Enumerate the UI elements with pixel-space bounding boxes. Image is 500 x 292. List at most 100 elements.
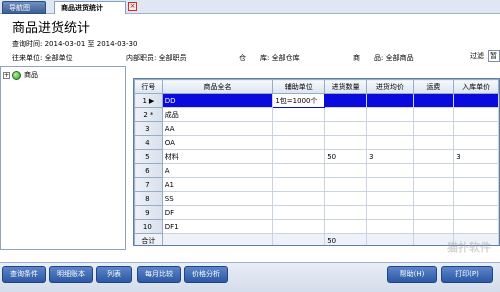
- purchase-qty-cell[interactable]: [324, 191, 367, 206]
- product-name-cell[interactable]: OA: [161, 135, 274, 150]
- table-row[interactable]: 10 DF1: [134, 219, 499, 234]
- product-name-cell[interactable]: DF1: [161, 219, 274, 234]
- aux-unit-cell[interactable]: [272, 163, 326, 178]
- stock-price-cell[interactable]: 3: [453, 149, 499, 164]
- aux-unit-cell[interactable]: [272, 135, 326, 150]
- purchase-qty-cell[interactable]: 50: [324, 149, 367, 164]
- table-row[interactable]: 5 材料 50 3 3: [134, 149, 499, 164]
- purchase-qty-cell[interactable]: [324, 219, 367, 234]
- freight-cell[interactable]: [412, 163, 455, 178]
- detail-ledger-button[interactable]: 明细账本: [49, 266, 93, 283]
- row-number-cell[interactable]: 7: [134, 177, 163, 192]
- stock-price-cell[interactable]: [453, 219, 499, 234]
- col-header-product-name[interactable]: 商品全名: [161, 79, 274, 94]
- aux-unit-cell[interactable]: [272, 191, 326, 206]
- freight-cell[interactable]: [412, 219, 455, 234]
- row-number-cell[interactable]: 5: [134, 149, 163, 164]
- stock-price-cell[interactable]: [453, 205, 499, 220]
- avg-price-cell[interactable]: [365, 93, 414, 108]
- table-row[interactable]: 8 SS: [134, 191, 499, 206]
- freight-cell[interactable]: [412, 107, 455, 122]
- col-header-avg-price[interactable]: 进货均价: [365, 79, 414, 94]
- tab-navigation[interactable]: 导航图: [2, 1, 46, 14]
- avg-price-cell[interactable]: [365, 163, 414, 178]
- stock-price-cell[interactable]: [453, 191, 499, 206]
- col-header-aux-unit[interactable]: 辅助单位: [272, 79, 326, 94]
- product-name-cell[interactable]: AA: [161, 121, 274, 136]
- purchase-qty-cell[interactable]: [324, 107, 367, 122]
- tab-purchase-stats[interactable]: 商品进货统计: [54, 1, 126, 14]
- product-name-cell[interactable]: A1: [161, 177, 274, 192]
- avg-price-cell[interactable]: [365, 219, 414, 234]
- purchase-qty-cell[interactable]: [324, 163, 367, 178]
- product-name-cell[interactable]: 成品: [161, 107, 274, 122]
- query-conditions-button[interactable]: 查询条件: [2, 266, 46, 283]
- aux-unit-cell[interactable]: [272, 107, 326, 122]
- table-row[interactable]: 7 A1: [134, 177, 499, 192]
- aux-unit-cell[interactable]: [272, 177, 326, 192]
- avg-price-cell[interactable]: [365, 205, 414, 220]
- freight-cell[interactable]: [412, 191, 455, 206]
- product-name-cell[interactable]: SS: [161, 191, 274, 206]
- col-header-purchase-qty[interactable]: 进货数量: [324, 79, 367, 94]
- purchase-qty-cell[interactable]: [324, 205, 367, 220]
- print-button[interactable]: 打印(P): [441, 266, 493, 283]
- purchase-qty-cell[interactable]: [324, 93, 367, 108]
- row-number-cell[interactable]: 9: [134, 205, 163, 220]
- table-row[interactable]: 4 OA: [134, 135, 499, 150]
- row-number-cell[interactable]: 3: [134, 121, 163, 136]
- freight-cell[interactable]: [412, 177, 455, 192]
- price-analysis-button[interactable]: 价格分析: [184, 266, 228, 283]
- row-number-cell[interactable]: 8: [134, 191, 163, 206]
- product-name-cell[interactable]: 材料: [161, 149, 274, 164]
- filter-select[interactable]: 暂: [488, 50, 500, 62]
- expand-icon[interactable]: +: [3, 71, 10, 79]
- stock-price-cell[interactable]: [453, 93, 499, 108]
- freight-cell[interactable]: [412, 205, 455, 220]
- monthly-compare-button[interactable]: 每月比较: [137, 266, 181, 283]
- freight-cell[interactable]: [412, 93, 455, 108]
- purchase-qty-cell[interactable]: [324, 135, 367, 150]
- table-row[interactable]: 6A: [134, 163, 499, 178]
- avg-price-cell[interactable]: [365, 107, 414, 122]
- list-button[interactable]: 列表: [96, 266, 132, 283]
- freight-cell[interactable]: [412, 135, 455, 150]
- row-number-cell[interactable]: 4: [134, 135, 163, 150]
- close-tab-icon[interactable]: ×: [128, 2, 137, 11]
- stock-price-cell[interactable]: [453, 135, 499, 150]
- avg-price-cell[interactable]: [365, 121, 414, 136]
- avg-price-cell[interactable]: [365, 177, 414, 192]
- stock-price-cell[interactable]: [453, 107, 499, 122]
- aux-unit-cell[interactable]: [272, 121, 326, 136]
- row-number-cell[interactable]: 2 *: [134, 107, 163, 122]
- col-header-freight[interactable]: 运费: [412, 79, 455, 94]
- product-name-cell[interactable]: A: [161, 163, 274, 178]
- purchase-qty-cell[interactable]: [324, 177, 367, 192]
- aux-unit-cell[interactable]: 1包=1000个: [272, 93, 326, 108]
- table-row[interactable]: 3 AA: [134, 121, 499, 136]
- aux-unit-cell[interactable]: [272, 219, 326, 234]
- purchase-qty-cell[interactable]: [324, 121, 367, 136]
- product-name-cell[interactable]: DF: [161, 205, 274, 220]
- help-button[interactable]: 帮助(H): [387, 266, 437, 283]
- aux-unit-cell[interactable]: [272, 149, 326, 164]
- freight-cell[interactable]: [412, 121, 455, 136]
- freight-cell[interactable]: [412, 149, 455, 164]
- avg-price-cell[interactable]: 3: [365, 149, 414, 164]
- table-row[interactable]: 1 ▶ DD 1包=1000个: [134, 93, 499, 108]
- table-row[interactable]: 9 DF: [134, 205, 499, 220]
- tree-node-root[interactable]: + 商品: [3, 70, 38, 81]
- col-header-stock-price[interactable]: 入库单价: [453, 79, 499, 94]
- row-number-cell[interactable]: 6: [134, 163, 163, 178]
- stock-price-cell[interactable]: [453, 163, 499, 178]
- stock-price-cell[interactable]: [453, 121, 499, 136]
- avg-price-cell[interactable]: [365, 135, 414, 150]
- stock-price-cell[interactable]: [453, 177, 499, 192]
- product-name-cell[interactable]: DD: [161, 93, 274, 108]
- avg-price-cell[interactable]: [365, 191, 414, 206]
- row-number-cell[interactable]: 10: [134, 219, 163, 234]
- table-row[interactable]: 2 * 成品: [134, 107, 499, 122]
- col-header-row-number[interactable]: 行号: [134, 79, 163, 94]
- row-number-cell[interactable]: 1 ▶: [134, 93, 163, 108]
- aux-unit-cell[interactable]: [272, 205, 326, 220]
